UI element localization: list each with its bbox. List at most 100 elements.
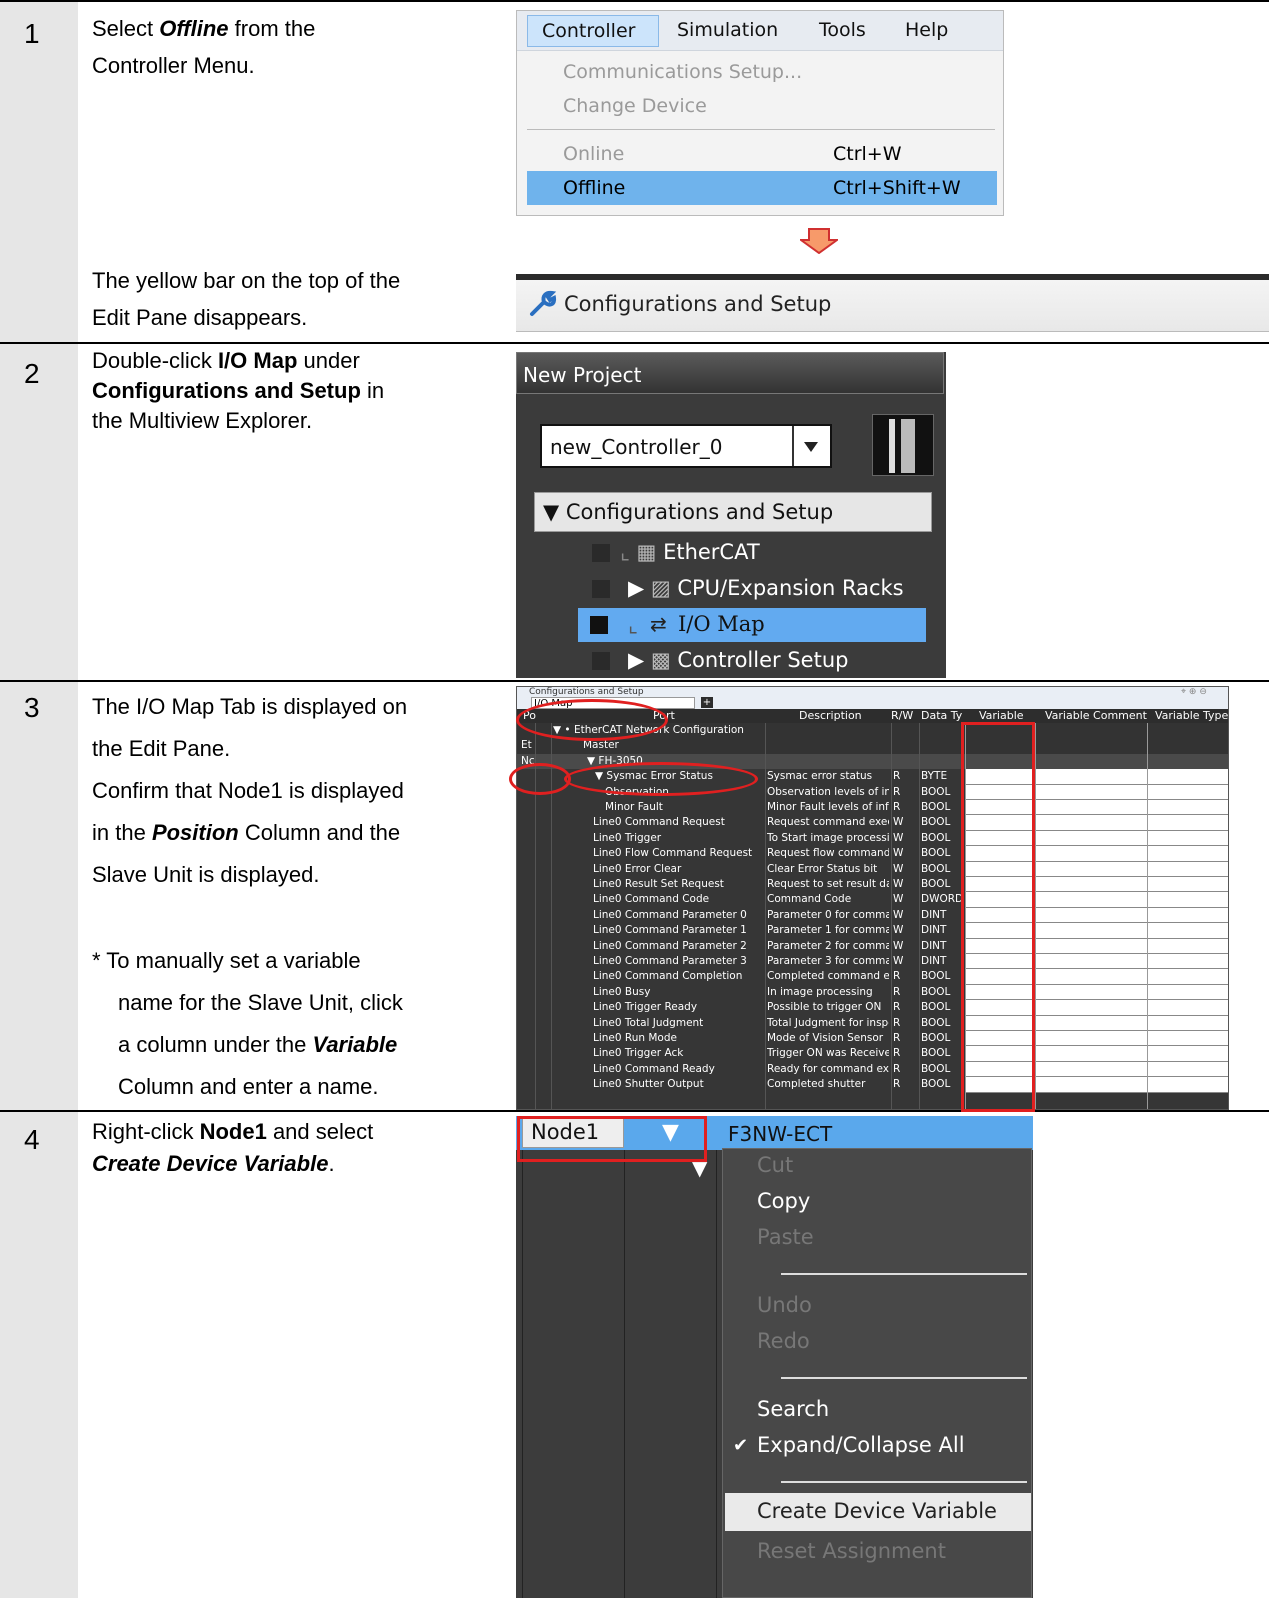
table-row[interactable]: Line0 Result Set Request Request to set r…	[517, 877, 1228, 893]
menu-separator	[781, 1377, 1027, 1379]
step-column	[0, 344, 78, 680]
table-row[interactable]: Line0 Total Judgment Total Judgment for i…	[517, 1015, 1228, 1031]
description-cell: Mode of Vision Sensor	[767, 1032, 884, 1044]
data-type-cell: BOOL	[921, 847, 951, 860]
table-row[interactable]: Et Master	[517, 738, 1228, 754]
highlight-position	[509, 763, 571, 795]
grid-line	[891, 723, 892, 1109]
table-row[interactable]: Line0 Command Request Request command exe…	[517, 815, 1228, 831]
table-row[interactable]: Line0 Trigger To Start image processin W BO…	[517, 830, 1228, 847]
rw-cell: W	[893, 924, 904, 937]
port-cell: Line0 Shutter Output	[593, 1078, 704, 1091]
menu-item-offline[interactable]: Offline Ctrl+Shift+W	[527, 171, 997, 205]
data-type-cell: BOOL	[921, 785, 951, 798]
menu-item-offline-label: Offline	[563, 177, 626, 199]
rw-cell: R	[893, 1062, 901, 1075]
emphasis: I/O Map	[217, 348, 298, 373]
table-row[interactable]: Line0 Command Parameter 1 Parameter 1 for…	[517, 923, 1228, 939]
menu-cut[interactable]: Cut	[757, 1153, 793, 1177]
table-row[interactable]: Line0 Trigger Ready Possible to trigger O…	[517, 1000, 1228, 1016]
tree-checkbox[interactable]	[592, 580, 610, 598]
table-row[interactable]: Minor Fault Minor Fault levels of info R BO…	[517, 800, 1228, 816]
emphasis: Variable	[312, 1032, 398, 1057]
table-row[interactable]: Line0 Busy In image processing R BOOL	[517, 984, 1228, 1001]
menu-item-communications-setup[interactable]: Communications Setup...	[563, 61, 802, 83]
table-row[interactable]: Line0 Run Mode Mode of Vision Sensor R BOOL	[517, 1031, 1228, 1047]
menu-expand-collapse-all[interactable]: Expand/Collapse All	[757, 1433, 965, 1457]
menu-paste[interactable]: Paste	[757, 1225, 814, 1249]
highlight-slave-unit	[564, 762, 758, 796]
tree-item-cpu-expansion-racks[interactable]: ▶ ▨ CPU/Expansion Racks	[628, 576, 904, 600]
table-row[interactable]: Line0 Command Completion Completed comman…	[517, 969, 1228, 985]
tree-label: Controller Setup	[677, 648, 849, 672]
col-description[interactable]: Description	[799, 709, 862, 723]
data-type-cell: BOOL	[921, 878, 951, 890]
col-rw[interactable]: R/W	[891, 709, 913, 723]
port-cell: Line0 Trigger Ack	[593, 1047, 684, 1060]
description-cell: Total Judgment for inspe	[767, 1016, 889, 1029]
rw-cell: W	[893, 847, 904, 860]
tree-checkbox[interactable]	[590, 616, 608, 634]
col-variable-comment[interactable]: Variable Comment	[1045, 709, 1147, 723]
tree-checkbox[interactable]	[592, 544, 610, 562]
add-tab-icon[interactable]: +	[701, 697, 713, 708]
text: Column and the	[238, 820, 401, 845]
menu-copy[interactable]: Copy	[757, 1189, 810, 1213]
menu-controller[interactable]: Controller	[527, 15, 659, 47]
description-cell: Minor Fault levels of info	[767, 801, 889, 813]
menu-search[interactable]: Search	[757, 1397, 829, 1421]
menu-simulation[interactable]: Simulation	[677, 19, 778, 41]
table-row[interactable]: Line0 Command Parameter 3 Parameter 3 for…	[517, 954, 1228, 970]
menu-item-change-device[interactable]: Change Device	[563, 95, 707, 117]
chevron-down-icon[interactable]	[792, 426, 830, 466]
controller-select[interactable]: new_Controller_0	[540, 424, 832, 468]
rw-cell: W	[893, 955, 904, 967]
data-type-cell: BOOL	[921, 1016, 951, 1029]
text: Column and enter a name.	[118, 1074, 379, 1099]
port-cell: Line0 Error Clear	[593, 862, 682, 875]
controller-name: new_Controller_0	[550, 435, 723, 459]
controller-image-icon	[872, 414, 934, 476]
menu-reset-assignment[interactable]: Reset Assignment	[757, 1539, 946, 1563]
menu-create-device-variable[interactable]: Create Device Variable	[725, 1493, 1031, 1531]
rw-cell: W	[893, 831, 904, 844]
table-row[interactable]: Line0 Shutter Output Completed shutter R BO…	[517, 1077, 1228, 1093]
configurations-and-setup-header[interactable]: ▼ Configurations and Setup	[534, 492, 932, 532]
table-row[interactable]: Line0 Flow Command Request Request flow c…	[517, 846, 1228, 862]
port-cell: Line0 Command Parameter 1	[593, 924, 747, 937]
tree-item-ethercat[interactable]: ⌞ ▦ EtherCAT	[620, 540, 760, 564]
tree-item-io-map[interactable]: ⌞ ⇄ I/O Map	[578, 608, 926, 642]
menu-help[interactable]: Help	[905, 19, 948, 41]
table-row[interactable]: Line0 Command Code Command Code W DWORD	[517, 892, 1228, 908]
tree-label: EtherCAT	[663, 540, 760, 564]
col-variable[interactable]: Variable	[979, 709, 1024, 723]
tree-item-controller-setup[interactable]: ▶ ▩ Controller Setup	[628, 648, 848, 672]
menu-tools[interactable]: Tools	[819, 19, 866, 41]
description-cell: In image processing	[767, 985, 873, 998]
wrench-icon	[530, 290, 557, 316]
row-divider	[0, 0, 1269, 2]
menu-separator	[781, 1273, 1027, 1275]
text: * To manually set a variable	[92, 948, 361, 973]
col-data-type[interactable]: Data Ty	[921, 709, 962, 723]
grid-line	[624, 1150, 625, 1598]
zoom-icon[interactable]: ⌖ ⊕ ⊖	[1181, 687, 1207, 697]
table-row[interactable]: Line0 Command Ready Ready for command exe…	[517, 1061, 1228, 1078]
rw-cell: R	[893, 1078, 901, 1091]
col-variable-type[interactable]: Variable Type	[1155, 709, 1228, 723]
description-cell: Clear Error Status bit	[767, 862, 878, 875]
context-menu: Cut Copy Paste Undo Redo Search ✔ Expand…	[722, 1148, 1032, 1598]
menu-item-online[interactable]: Online	[563, 143, 624, 165]
shortcut-offline: Ctrl+Shift+W	[833, 177, 961, 199]
data-type-cell: BOOL	[921, 1078, 951, 1091]
table-row[interactable]: Line0 Error Clear Clear Error Status bit W…	[517, 861, 1228, 877]
description-cell: Parameter 0 for commar	[767, 908, 889, 921]
menu-undo[interactable]: Undo	[757, 1293, 812, 1317]
tree-checkbox[interactable]	[592, 652, 610, 670]
menu-redo[interactable]: Redo	[757, 1329, 810, 1353]
table-row[interactable]: Line0 Command Parameter 2 Parameter 2 for…	[517, 938, 1228, 954]
step-column	[0, 2, 78, 342]
table-row[interactable]: Line0 Command Parameter 0 Parameter 0 for…	[517, 907, 1228, 924]
table-row[interactable]: Line0 Trigger Ack Trigger ON was Receivec…	[517, 1046, 1228, 1062]
emphasis: Create Device Variable	[92, 1151, 329, 1176]
